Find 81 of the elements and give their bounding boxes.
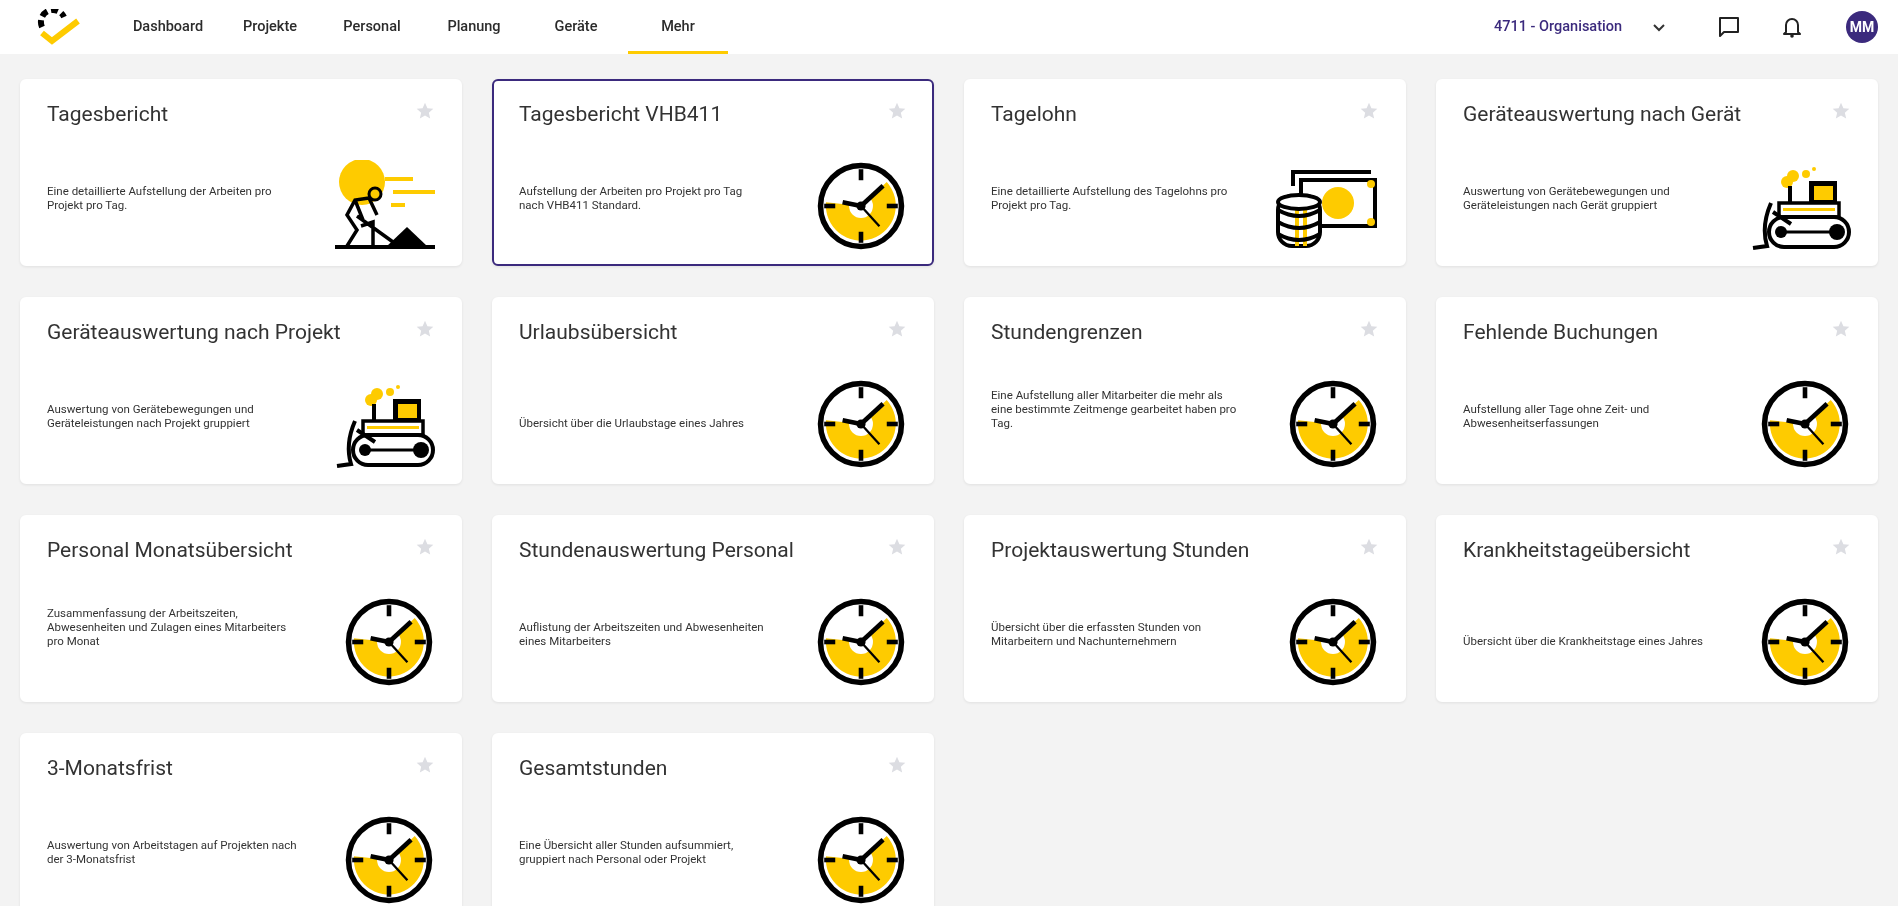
card-description: Eine Übersicht aller Stunden aufsummiert, gruppiert nach Personal oder Projekt [519,838,735,866]
clock-icon [815,596,907,688]
nav-tab[interactable]: Geräte [526,0,626,54]
clock-icon [343,814,435,906]
report-card[interactable]: Stundenauswertung Personal Auflistung der Arbeitszeiten und Abwesenheiten eines Mitarbeiters [492,515,934,702]
star-icon[interactable] [415,755,435,775]
card-title: Tagelohn [991,101,1077,128]
user-avatar[interactable]: MM [1846,11,1878,43]
clock-icon [1759,596,1851,688]
card-title: Tagesbericht [47,101,169,128]
card-title: Geräteauswertung nach Projekt [47,319,341,346]
report-card[interactable]: Krankheitstageübersicht Übersicht über die Krankheitstage eines Jahres [1436,515,1878,702]
card-description: Auswertung von Gerätebewegungen und Geräteleistungen nach Projekt gruppiert [47,402,255,430]
nav-tab[interactable]: Mehr [628,0,728,54]
clock-icon [815,814,907,906]
star-icon[interactable] [1359,537,1379,557]
report-card[interactable]: Geräteauswertung nach Projekt Auswertung von Gerätebewegungen und Geräteleistungen nach Projekt gruppiert [20,297,462,484]
card-description: Eine Aufstellung aller Mitarbeiter die mehr als eine bestimmte Zeitmenge gearbeitet haben pro Tag. [991,388,1238,430]
star-icon[interactable] [887,319,907,339]
report-card[interactable]: Fehlende Buchungen Aufstellung aller Tage ohne Zeit- und Abwesenheitserfassungen [1436,297,1878,484]
card-description: Aufstellung aller Tage ohne Zeit- und Abwesenheitserfassungen [1463,402,1651,430]
star-icon[interactable] [1831,319,1851,339]
report-card[interactable]: Personal Monatsübersicht Zusammenfassung der Arbeitszeiten, Abwesenheiten und Zulagen eines Mitarbeiters pro Monat [20,515,462,702]
logo-icon[interactable] [36,9,82,45]
star-icon[interactable] [1359,101,1379,121]
chat-icon[interactable] [1718,16,1740,38]
nav-tab[interactable]: Personal [322,0,422,54]
clock-icon [1759,378,1851,470]
star-icon[interactable] [887,755,907,775]
worker-icon [335,160,435,252]
report-card[interactable]: Tagesbericht VHB411 Aufstellung der Arbeiten pro Projekt pro Tag nach VHB411 Standard. [492,79,934,266]
star-icon[interactable] [415,537,435,557]
bulldozer-icon [335,384,435,470]
star-icon[interactable] [415,319,435,339]
report-card[interactable]: Tagelohn Eine detaillierte Aufstellung des Tagelohns pro Projekt pro Tag. [964,79,1406,266]
organisation-selector[interactable]: 4711 - Organisation [1494,16,1666,38]
star-icon[interactable] [1831,101,1851,121]
clock-icon [1287,378,1379,470]
card-description: Aufstellung der Arbeiten pro Projekt pro Tag nach VHB411 Standard. [519,184,744,212]
report-card[interactable]: Urlaubsübersicht Übersicht über die Urlaubstage eines Jahres [492,297,934,484]
report-card[interactable]: Projektauswertung Stunden Übersicht über die erfassten Stunden von Mitarbeitern und Nachunternehmern [964,515,1406,702]
report-card[interactable]: 3-Monatsfrist Auswertung von Arbeitstagen auf Projekten nach der 3-Monatsfrist [20,733,462,906]
card-description: Eine detaillierte Aufstellung der Arbeiten pro Projekt pro Tag. [47,184,273,212]
nav-tab[interactable]: Projekte [220,0,320,54]
card-title: Fehlende Buchungen [1463,319,1659,346]
star-icon[interactable] [887,537,907,557]
card-description: Übersicht über die Urlaubstage eines Jahres [519,416,745,430]
card-title: Projektauswertung Stunden [991,537,1250,564]
card-title: Tagesbericht VHB411 [519,101,723,128]
card-title: Stundengrenzen [991,319,1143,346]
clock-icon [815,160,907,252]
card-description: Auswertung von Arbeitstagen auf Projekten nach der 3-Monatsfrist [47,838,297,866]
card-title: Stundenauswertung Personal [519,537,794,564]
star-icon[interactable] [887,101,907,121]
clock-icon [1287,596,1379,688]
nav-tab[interactable]: Planung [424,0,524,54]
star-icon[interactable] [415,101,435,121]
card-title: 3-Monatsfrist [47,755,173,782]
clock-icon [815,378,907,470]
card-description: Zusammenfassung der Arbeitszeiten, Abwesenheiten und Zulagen eines Mitarbeiters pro Monat [47,606,288,648]
card-title: Geräteauswertung nach Gerät [1463,101,1742,128]
report-card[interactable]: Stundengrenzen Eine Aufstellung aller Mitarbeiter die mehr als eine bestimmte Zeitmenge gearbeitet haben pro Tag. [964,297,1406,484]
card-title: Krankheitstageübersicht [1463,537,1691,564]
card-description: Eine detaillierte Aufstellung des Tagelohns pro Projekt pro Tag. [991,184,1229,212]
star-icon[interactable] [1831,537,1851,557]
card-title: Gesamtstunden [519,755,668,782]
chevron-down-icon [1652,22,1666,32]
card-description: Übersicht über die erfassten Stunden von Mitarbeitern und Nachunternehmern [991,620,1203,648]
card-description: Übersicht über die Krankheitstage eines Jahres [1463,634,1705,648]
card-description: Auswertung von Gerätebewegungen und Geräteleistungen nach Gerät gruppiert [1463,184,1671,212]
report-card[interactable]: Gesamtstunden Eine Übersicht aller Stunden aufsummiert, gruppiert nach Personal oder Projekt [492,733,934,906]
report-card[interactable]: Geräteauswertung nach Gerät Auswertung von Gerätebewegungen und Geräteleistungen nach Gerät gruppiert [1436,79,1878,266]
bulldozer-icon [1751,166,1851,252]
clock-icon [343,596,435,688]
card-description: Auflistung der Arbeitszeiten und Abwesenheiten eines Mitarbeiters [519,620,765,648]
card-title: Personal Monatsübersicht [47,537,293,564]
star-icon[interactable] [1359,319,1379,339]
report-card[interactable]: Tagesbericht Eine detaillierte Aufstellung der Arbeiten pro Projekt pro Tag. [20,79,462,266]
bell-icon[interactable] [1782,16,1802,38]
nav-tab[interactable]: Dashboard [118,0,218,54]
card-title: Urlaubsübersicht [519,319,678,346]
